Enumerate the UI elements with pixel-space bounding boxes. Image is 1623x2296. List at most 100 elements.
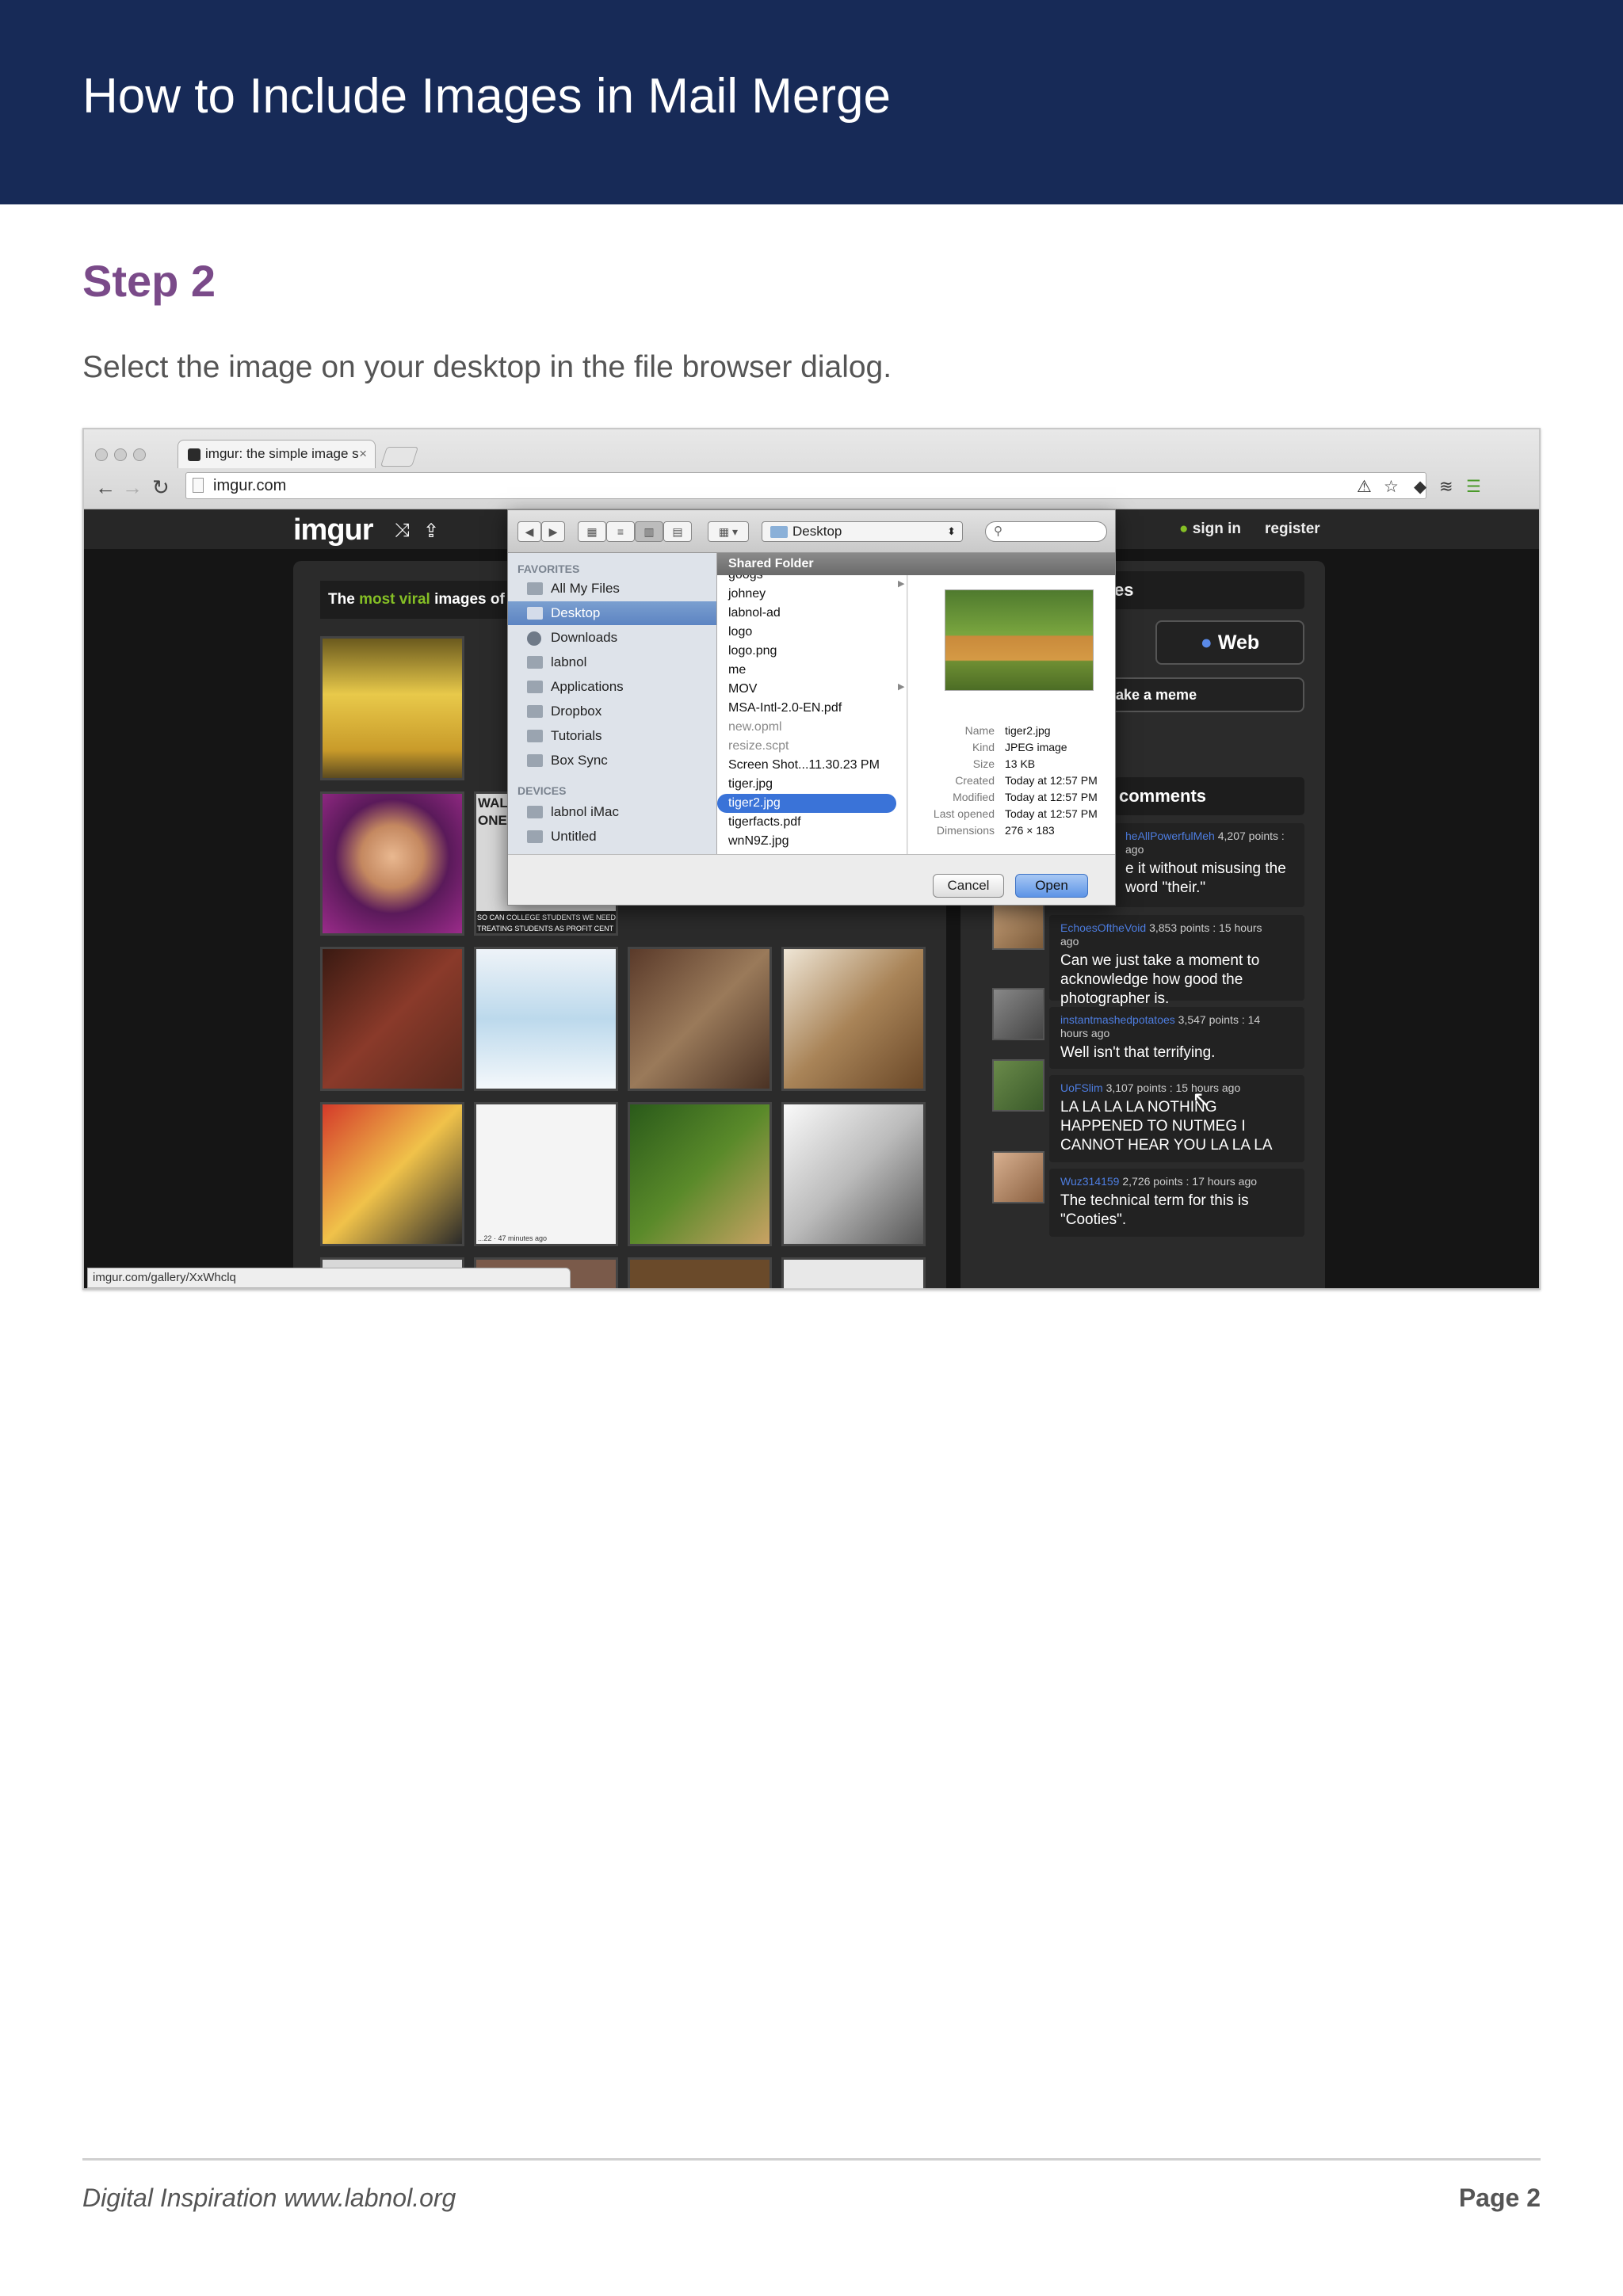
comment-item[interactable]: instantmashedpotatoes 3,547 points : 14 …: [1049, 1007, 1304, 1069]
sidebar-item-tutorials[interactable]: Tutorials: [508, 724, 716, 748]
sidebar-item-box-sync[interactable]: Box Sync: [508, 749, 716, 772]
folder-icon: [527, 730, 543, 742]
comment-user[interactable]: UoFSlim: [1060, 1081, 1103, 1094]
preview-label: Name: [964, 724, 995, 737]
sidebar-item-dropbox[interactable]: Dropbox: [508, 700, 716, 723]
coverflow-view-icon[interactable]: ▤: [663, 521, 692, 542]
file-item[interactable]: new.opml: [717, 718, 899, 737]
web-upload-button[interactable]: ● Web: [1155, 620, 1304, 665]
gallery-thumbnail[interactable]: [474, 947, 618, 1091]
buffer-icon[interactable]: ≋: [1439, 477, 1453, 497]
file-item[interactable]: tigerfacts.pdf: [717, 813, 899, 832]
zoom-window-icon[interactable]: [133, 448, 146, 461]
search-icon: ⚲: [994, 524, 1002, 538]
file-item-selected[interactable]: tiger2.jpg: [717, 794, 896, 813]
gallery-thumbnail[interactable]: ...22 · 47 minutes ago: [474, 1102, 618, 1246]
sidebar-item-all-my-files[interactable]: All My Files: [508, 577, 716, 601]
browser-chrome: imgur: the simple image s × ← → ↻ imgur.…: [84, 429, 1539, 509]
browser-tab[interactable]: imgur: the simple image s ×: [178, 440, 376, 468]
reload-icon[interactable]: ↻: [152, 475, 170, 500]
dialog-button-bar: Cancel Open: [508, 854, 1115, 905]
back-arrow-icon[interactable]: ←: [95, 475, 116, 500]
comment-user[interactable]: heAllPowerfulMeh: [1125, 830, 1215, 842]
gallery-thumbnail[interactable]: [628, 1102, 772, 1246]
forward-icon[interactable]: ▶: [541, 521, 565, 542]
list-view-icon[interactable]: ≡: [606, 521, 635, 542]
gallery-heading: The most viral images of: [320, 581, 510, 619]
file-item[interactable]: labnol-ad: [717, 604, 899, 623]
comment-user[interactable]: Wuz314159: [1060, 1175, 1119, 1188]
extension-icon[interactable]: ⚠: [1357, 477, 1372, 497]
upload-icon[interactable]: ⇪: [423, 520, 439, 543]
file-item[interactable]: johney: [717, 585, 899, 604]
gallery-thumbnail[interactable]: [781, 1102, 926, 1246]
gallery-thumbnail[interactable]: [320, 1102, 464, 1246]
footer-source: Digital Inspiration www.labnol.org: [82, 2183, 456, 2212]
file-item[interactable]: resize.scpt: [717, 737, 899, 756]
sign-in-link[interactable]: ● sign in: [1179, 521, 1241, 538]
file-item[interactable]: me: [717, 661, 899, 680]
arrange-icon[interactable]: ▦ ▾: [708, 521, 749, 542]
register-link[interactable]: register: [1265, 521, 1320, 538]
page-header: How to Include Images in Mail Merge: [0, 0, 1623, 204]
preview-value: Today at 12:57 PM: [1005, 791, 1098, 803]
dialog-sidebar: FAVORITES All My Files Desktop Downloads…: [508, 553, 717, 854]
file-item[interactable]: tiger.jpg: [717, 775, 899, 794]
make-meme-button[interactable]: ake a meme: [1098, 677, 1304, 712]
comment-item[interactable]: EchoesOftheVoid 3,853 points : 15 hours …: [1049, 915, 1304, 1007]
comment-avatar[interactable]: [992, 988, 1044, 1040]
extension-icon[interactable]: ◆: [1414, 477, 1426, 497]
comment-user[interactable]: EchoesOftheVoid: [1060, 921, 1146, 934]
file-item[interactable]: MOV: [717, 680, 899, 699]
sidebar-item-untitled[interactable]: Untitled: [508, 825, 716, 849]
gallery-thumbnail[interactable]: [320, 636, 464, 780]
sidebar-item-labnol-imac[interactable]: labnol iMac: [508, 800, 716, 824]
comment-avatar[interactable]: [992, 1059, 1044, 1112]
open-button[interactable]: Open: [1015, 874, 1088, 898]
imgur-logo[interactable]: imgur: [293, 513, 374, 547]
desktop-icon: [527, 607, 543, 620]
cancel-button[interactable]: Cancel: [933, 874, 1004, 898]
sidebar-item-labnol[interactable]: labnol: [508, 650, 716, 674]
comment-item[interactable]: heAllPowerfulMeh 4,207 points : ago e it…: [1114, 823, 1304, 907]
gallery-thumbnail[interactable]: [628, 1257, 772, 1288]
gallery-thumbnail[interactable]: [781, 1257, 926, 1288]
file-item[interactable]: MSA-Intl-2.0-EN.pdf: [717, 699, 899, 718]
forward-arrow-icon[interactable]: →: [122, 475, 143, 500]
comment-item[interactable]: UoFSlim 3,107 points : 15 hours ago LA L…: [1049, 1075, 1304, 1162]
tab-title: imgur: the simple image s: [205, 446, 359, 461]
preview-value: JPEG image: [1005, 741, 1067, 753]
comment-avatar[interactable]: [992, 1151, 1044, 1203]
file-item[interactable]: googs: [717, 575, 899, 585]
menu-icon[interactable]: ☰: [1466, 477, 1481, 497]
gallery-thumbnail[interactable]: [320, 947, 464, 1091]
comment-item[interactable]: Wuz314159 2,726 points : 17 hours ago Th…: [1049, 1169, 1304, 1237]
random-icon[interactable]: ⤨: [395, 520, 410, 542]
preview-value: Today at 12:57 PM: [1005, 807, 1098, 820]
sidebar-item-desktop[interactable]: Desktop: [508, 601, 716, 625]
file-item[interactable]: logo: [717, 623, 899, 642]
back-icon[interactable]: ◀: [517, 521, 541, 542]
comment-user[interactable]: instantmashedpotatoes: [1060, 1013, 1175, 1026]
file-item[interactable]: wnN9Z.jpg: [717, 832, 899, 851]
sidebar-item-applications[interactable]: Applications: [508, 675, 716, 699]
file-item[interactable]: Screen Shot...11.30.23 PM: [717, 756, 899, 775]
search-field[interactable]: ⚲: [985, 521, 1107, 542]
file-open-dialog: ◀ ▶ ▦ ≡ ▥ ▤ ▦ ▾ Desktop ⬍ ⚲ FAVORITES Al…: [507, 509, 1116, 906]
file-item[interactable]: logo.png: [717, 642, 899, 661]
star-icon[interactable]: ☆: [1384, 477, 1399, 497]
gallery-thumbnail[interactable]: [628, 947, 772, 1091]
icon-view-icon[interactable]: ▦: [578, 521, 606, 542]
mouse-cursor-icon: ↖: [1192, 1087, 1211, 1112]
address-bar[interactable]: imgur.com: [185, 472, 1426, 499]
gallery-thumbnail[interactable]: [781, 947, 926, 1091]
column-view-icon[interactable]: ▥: [635, 521, 663, 542]
gallery-thumbnail[interactable]: [320, 791, 464, 936]
minimize-window-icon[interactable]: [114, 448, 127, 461]
new-tab-button[interactable]: [380, 447, 419, 467]
close-tab-icon[interactable]: ×: [359, 441, 367, 467]
sidebar-item-downloads[interactable]: Downloads: [508, 626, 716, 650]
preview-value: tiger2.jpg: [1005, 724, 1051, 737]
location-dropdown[interactable]: Desktop ⬍: [762, 521, 963, 542]
close-window-icon[interactable]: [95, 448, 108, 461]
